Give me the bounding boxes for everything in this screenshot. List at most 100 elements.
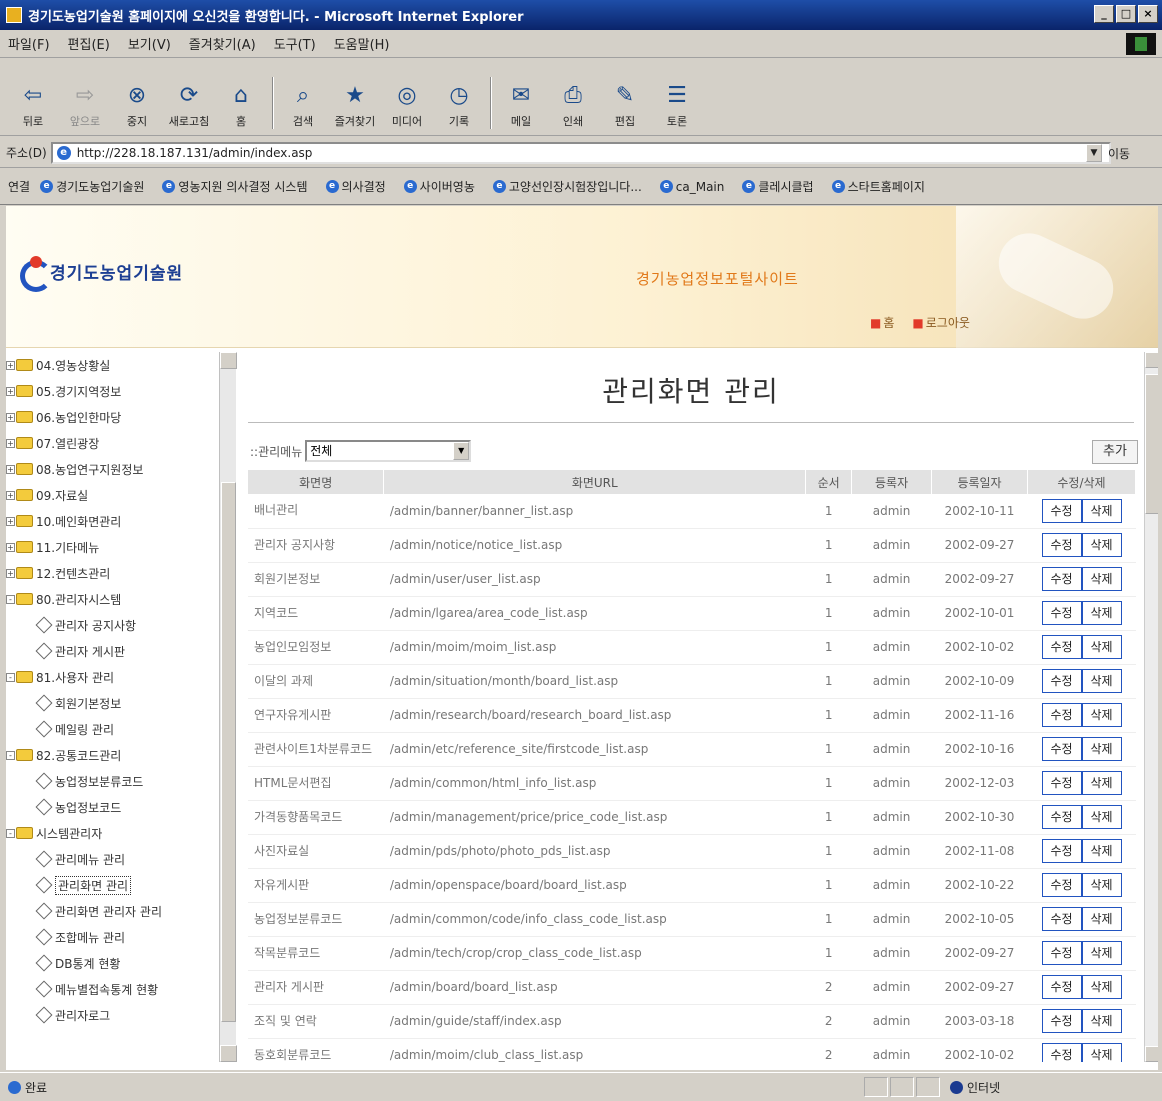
tree-folder[interactable]: - 82.공통코드관리	[6, 742, 218, 768]
maximize-button[interactable]: □	[1116, 5, 1136, 23]
tree-leaf[interactable]: 관리자 공지사항	[6, 612, 218, 638]
collapse-icon[interactable]: -	[6, 594, 15, 604]
scroll-down-button[interactable]	[1145, 1046, 1158, 1062]
link-item[interactable]: e 사이버영농	[403, 178, 475, 195]
menu-file[interactable]: 파일(F)	[8, 34, 50, 53]
scroll-up-button[interactable]	[1145, 352, 1158, 368]
link-item[interactable]: e 고양선인장시험장입니다...	[492, 178, 642, 195]
link-item[interactable]: e 영농지원 의사결정 시스템	[162, 178, 308, 195]
go-button[interactable]: 이동	[1108, 145, 1130, 162]
expand-icon[interactable]: +	[6, 516, 15, 526]
tree-folder[interactable]: +07.열린광장	[6, 430, 218, 456]
toolbar-history-button[interactable]: ◷ 기록	[436, 83, 482, 129]
edit-button[interactable]: 수정	[1041, 498, 1082, 523]
tree-folder[interactable]: +11.기타메뉴	[6, 534, 218, 560]
tree-leaf[interactable]: 관리자로그	[6, 1002, 218, 1028]
tree-leaf[interactable]: 관리자 게시판	[6, 638, 218, 664]
link-item[interactable]: e 경기도농업기술원	[40, 178, 144, 195]
link-item[interactable]: e 의사결정	[325, 178, 386, 195]
site-logo[interactable]: 경기도농업기술원	[20, 256, 183, 292]
delete-button[interactable]: 삭제	[1081, 805, 1122, 829]
toolbar-stop-button[interactable]: ⊗ 중지	[114, 83, 160, 129]
tree-leaf[interactable]: 관리화면 관리	[6, 872, 218, 898]
delete-button[interactable]: 삭제	[1081, 601, 1122, 625]
edit-button[interactable]: 수정	[1041, 839, 1082, 863]
edit-button[interactable]: 수정	[1041, 635, 1082, 659]
delete-button[interactable]: 삭제	[1081, 1009, 1122, 1033]
tree-leaf[interactable]: 회원기본정보	[6, 690, 218, 716]
toolbar-print-button[interactable]: ⎙ 인쇄	[550, 83, 596, 129]
tree-folder[interactable]: +08.농업연구지원정보	[6, 456, 218, 482]
collapse-icon[interactable]: -	[6, 672, 15, 682]
minimize-button[interactable]: _	[1094, 5, 1114, 23]
edit-button[interactable]: 수정	[1041, 975, 1082, 999]
tree-folder[interactable]: - 81.사용자 관리	[6, 664, 218, 690]
collapse-icon[interactable]: -	[6, 828, 15, 838]
delete-button[interactable]: 삭제	[1081, 669, 1122, 693]
edit-button[interactable]: 수정	[1041, 669, 1082, 693]
delete-button[interactable]: 삭제	[1081, 498, 1122, 523]
tree-folder[interactable]: +06.농업인한마당	[6, 404, 218, 430]
delete-button[interactable]: 삭제	[1081, 941, 1122, 965]
delete-button[interactable]: 삭제	[1081, 771, 1122, 795]
toolbar-favorites-button[interactable]: ★ 즐겨찾기	[332, 83, 378, 129]
expand-icon[interactable]: +	[6, 412, 15, 422]
edit-button[interactable]: 수정	[1041, 805, 1082, 829]
menu-tools[interactable]: 도구(T)	[274, 34, 316, 53]
delete-button[interactable]: 삭제	[1081, 1043, 1122, 1062]
edit-button[interactable]: 수정	[1041, 737, 1082, 761]
logout-link[interactable]: ■ 로그아웃	[912, 314, 970, 331]
tree-folder[interactable]: - 80.관리자시스템	[6, 586, 218, 612]
menu-edit[interactable]: 편집(E)	[68, 34, 110, 53]
edit-button[interactable]: 수정	[1041, 533, 1082, 557]
delete-button[interactable]: 삭제	[1081, 737, 1122, 761]
page-scrollbar[interactable]	[1144, 352, 1158, 1062]
delete-button[interactable]: 삭제	[1081, 635, 1122, 659]
menu-filter-select[interactable]: 전체 ▼	[305, 440, 472, 462]
tree-scrollbar[interactable]	[219, 352, 237, 1062]
edit-button[interactable]: 수정	[1041, 1009, 1082, 1033]
edit-button[interactable]: 수정	[1041, 567, 1082, 591]
add-button[interactable]: 추가	[1092, 440, 1138, 464]
expand-icon[interactable]: +	[6, 438, 15, 448]
delete-button[interactable]: 삭제	[1081, 975, 1122, 999]
link-item[interactable]: e 클레시클럽	[742, 178, 814, 195]
expand-icon[interactable]: +	[6, 464, 15, 474]
tree-leaf[interactable]: 관리화면 관리자 관리	[6, 898, 218, 924]
scroll-thumb[interactable]	[1145, 374, 1158, 514]
expand-icon[interactable]: +	[6, 490, 15, 500]
tree-folder[interactable]: +04.영농상황실	[6, 352, 218, 378]
tree-leaf[interactable]: DB통계 현황	[6, 950, 218, 976]
delete-button[interactable]: 삭제	[1081, 533, 1122, 557]
edit-button[interactable]: 수정	[1041, 1043, 1082, 1062]
tree-leaf[interactable]: 농업정보분류코드	[6, 768, 218, 794]
edit-button[interactable]: 수정	[1041, 941, 1082, 965]
tree-folder[interactable]: +12.컨텐츠관리	[6, 560, 218, 586]
tree-leaf[interactable]: 메일링 관리	[6, 716, 218, 742]
toolbar-media-button[interactable]: ◎ 미디어	[384, 83, 430, 129]
expand-icon[interactable]: +	[6, 542, 15, 552]
delete-button[interactable]: 삭제	[1081, 873, 1122, 897]
delete-button[interactable]: 삭제	[1081, 703, 1122, 727]
tree-folder[interactable]: +09.자료실	[6, 482, 218, 508]
toolbar-mail-button[interactable]: ✉ 메일	[498, 83, 544, 129]
tree-leaf[interactable]: 메뉴별접속통계 현황	[6, 976, 218, 1002]
tree-folder[interactable]: +05.경기지역정보	[6, 378, 218, 404]
link-item[interactable]: e ca_Main	[659, 180, 724, 194]
expand-icon[interactable]: +	[6, 568, 15, 578]
collapse-icon[interactable]: -	[6, 750, 15, 760]
scroll-down-button[interactable]	[220, 1045, 237, 1062]
scroll-thumb[interactable]	[221, 482, 236, 1022]
expand-icon[interactable]: +	[6, 360, 15, 370]
edit-button[interactable]: 수정	[1041, 873, 1082, 897]
link-item[interactable]: e 스타트홈페이지	[831, 178, 925, 195]
home-link[interactable]: ■ 홈	[870, 314, 894, 331]
tree-folder[interactable]: +10.메인화면관리	[6, 508, 218, 534]
address-input[interactable]: e http://228.18.187.131/admin/index.asp	[50, 141, 1111, 164]
delete-button[interactable]: 삭제	[1081, 839, 1122, 863]
edit-button[interactable]: 수정	[1041, 771, 1082, 795]
toolbar-discuss-button[interactable]: ☰ 토론	[654, 83, 700, 129]
tree-leaf[interactable]: 관리메뉴 관리	[6, 846, 218, 872]
menu-view[interactable]: 보기(V)	[128, 34, 171, 53]
tree-folder[interactable]: - 시스템관리자	[6, 820, 218, 846]
